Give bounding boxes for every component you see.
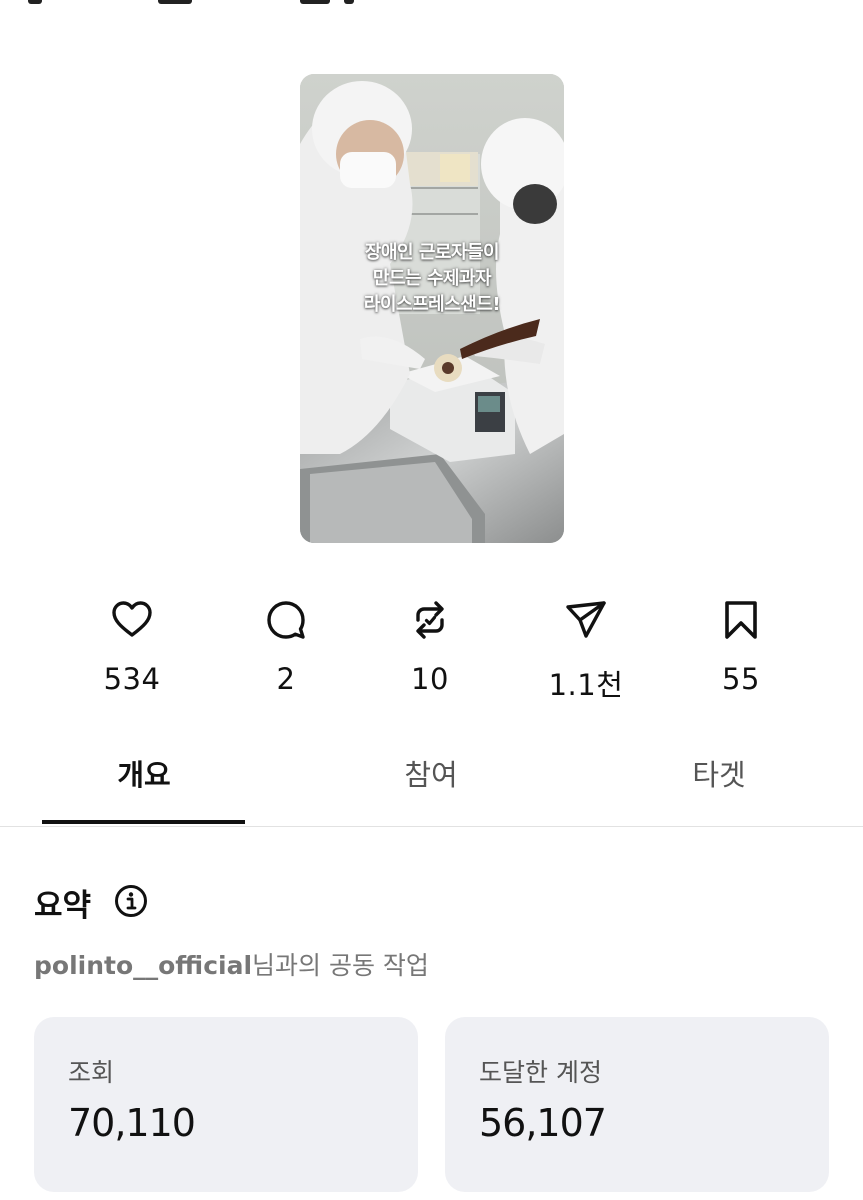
active-tab-indicator (42, 820, 245, 824)
info-icon[interactable] (114, 884, 148, 918)
repost-count: 10 (411, 662, 449, 696)
bookmark-icon[interactable] (719, 598, 763, 642)
stat-card-accounts-reached: 도달한 계정 56,107 (445, 1017, 829, 1192)
share-action[interactable]: 1.1천 (526, 598, 646, 704)
like-count: 534 (103, 662, 161, 696)
stat-label: 도달한 계정 (479, 1058, 602, 1087)
summary-title: 요약 (34, 888, 92, 924)
caption-line: 만드는 수제과자 (372, 268, 492, 289)
tab-overview[interactable]: 개요 (44, 752, 244, 794)
collaborator-handle[interactable]: polinto__official (34, 951, 252, 980)
share-count: 1.1천 (548, 668, 624, 702)
stat-label: 조회 (68, 1058, 115, 1087)
stat-value: 56,107 (479, 1101, 607, 1145)
stat-card-views: 조회 70,110 (34, 1017, 418, 1192)
header-fragment (158, 0, 192, 4)
header-fragment (344, 0, 354, 4)
comment-action[interactable]: 2 (226, 598, 346, 696)
stat-value: 70,110 (68, 1101, 196, 1145)
comment-icon[interactable] (264, 598, 308, 642)
header-fragment (300, 0, 330, 4)
repost-icon[interactable] (408, 598, 452, 642)
reel-caption: 장애인 근로자들이 만드는 수제과자 라이스프레스샌드! (300, 240, 564, 318)
save-count: 55 (722, 662, 760, 696)
share-icon[interactable] (564, 598, 608, 642)
repost-action[interactable]: 10 (370, 598, 490, 696)
caption-line: 장애인 근로자들이 (364, 242, 500, 263)
tab-engagement[interactable]: 참여 (331, 752, 531, 794)
caption-line: 라이스프레스샌드! (363, 294, 501, 315)
heart-icon[interactable] (110, 598, 154, 642)
tab-audience[interactable]: 타겟 (619, 752, 819, 794)
save-action[interactable]: 55 (681, 598, 801, 696)
engagement-actions: 534 2 10 1.1천 55 (0, 598, 863, 708)
insights-tabs: 개요 참여 타겟 (0, 740, 863, 827)
comment-count: 2 (276, 662, 296, 696)
header-fragment (28, 0, 42, 4)
collaboration-note: polinto__official님과의 공동 작업 (34, 946, 429, 982)
reel-thumbnail[interactable]: 장애인 근로자들이 만드는 수제과자 라이스프레스샌드! (300, 74, 564, 543)
collaboration-suffix: 님과의 공동 작업 (252, 951, 429, 980)
like-action[interactable]: 534 (72, 598, 192, 696)
